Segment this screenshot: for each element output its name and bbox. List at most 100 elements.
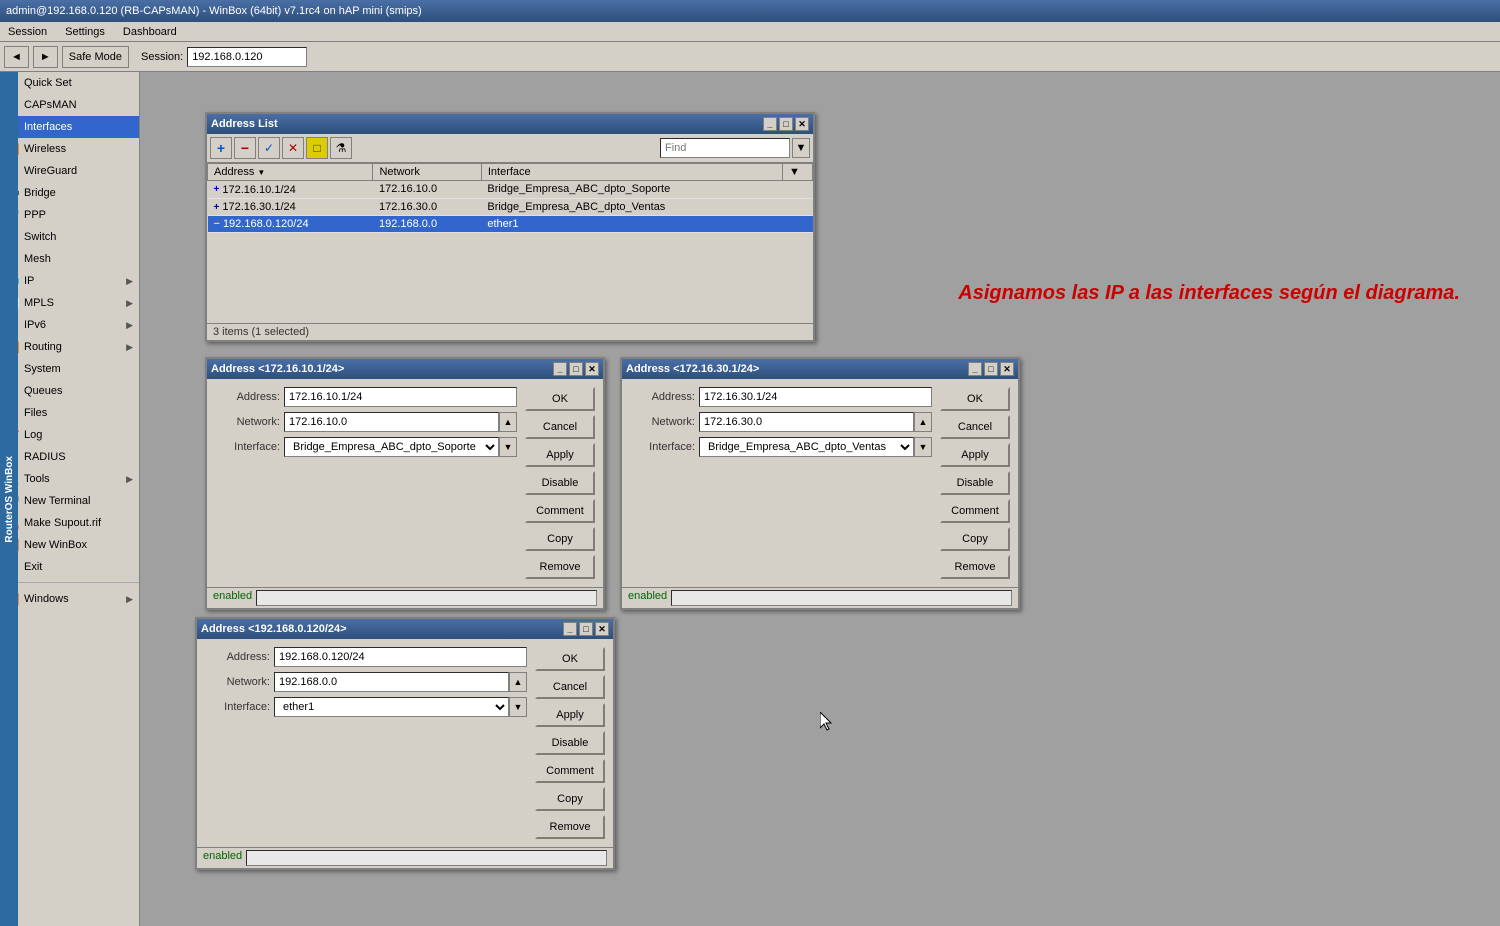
dialog1-network-input[interactable] [284, 412, 499, 432]
dialog2-remove-button[interactable]: Remove [940, 555, 1010, 579]
sidebar-item-log[interactable]: 📝 Log [0, 424, 139, 446]
find-arrow-button[interactable]: ▼ [792, 138, 810, 158]
dialog2-apply-button[interactable]: Apply [940, 443, 1010, 467]
sidebar-item-bridge[interactable]: Bridge [0, 182, 139, 204]
dialog1-titlebar[interactable]: Address <172.16.10.1/24> _ □ ✕ [207, 359, 603, 379]
find-input[interactable] [660, 138, 790, 158]
col-extra[interactable]: ▼ [783, 164, 813, 181]
copy-button[interactable]: □ [306, 137, 328, 159]
address-table-container: Address ▼ Network Interface ▼ + 172.16.1… [207, 163, 813, 323]
sidebar-item-files[interactable]: 📁 Files [0, 402, 139, 424]
sidebar-item-routing[interactable]: 🔀 Routing ▶ [0, 336, 139, 358]
dialog2-network-btn[interactable]: ▲ [914, 412, 932, 432]
dialog3-interface-select[interactable]: ether1 [274, 697, 509, 717]
dialog2-titlebar[interactable]: Address <172.16.30.1/24> _ □ ✕ [622, 359, 1018, 379]
dialog3-apply-button[interactable]: Apply [535, 703, 605, 727]
disable-button[interactable]: ✕ [282, 137, 304, 159]
add-button[interactable]: + [210, 137, 232, 159]
dialog2-close[interactable]: ✕ [1000, 362, 1014, 376]
dialog3-titlebar[interactable]: Address <192.168.0.120/24> _ □ ✕ [197, 619, 613, 639]
safe-mode-button[interactable]: Safe Mode [62, 46, 129, 68]
dialog1-comment-button[interactable]: Comment [525, 499, 595, 523]
dialog2-copy-button[interactable]: Copy [940, 527, 1010, 551]
status-text: 3 items (1 selected) [213, 326, 309, 338]
back-button[interactable]: ◄ [4, 46, 29, 68]
menu-dashboard[interactable]: Dashboard [119, 25, 181, 39]
dialog2-network-input[interactable] [699, 412, 914, 432]
sidebar-item-quick-set[interactable]: ⚡ Quick Set [0, 72, 139, 94]
dialog2-ok-button[interactable]: OK [940, 387, 1010, 411]
dialog1-interface-btn[interactable]: ▼ [499, 437, 517, 457]
filter-button[interactable]: ⚗ [330, 137, 352, 159]
address-list-titlebar[interactable]: Address List _ □ ✕ [207, 114, 813, 134]
sidebar-item-interfaces[interactable]: 🔌 Interfaces [0, 116, 139, 138]
col-address[interactable]: Address ▼ [208, 164, 373, 181]
dialog3-minimize[interactable]: _ [563, 622, 577, 636]
menu-settings[interactable]: Settings [61, 25, 109, 39]
sidebar-item-make-supout[interactable]: 📤 Make Supout.rif [0, 512, 139, 534]
sidebar-item-queues[interactable]: 📋 Queues [0, 380, 139, 402]
sidebar-item-exit[interactable]: 🚪 Exit [0, 556, 139, 578]
table-row[interactable]: + 172.16.10.1/24 172.16.10.0 Bridge_Empr… [208, 181, 813, 199]
dialog3-network-btn[interactable]: ▲ [509, 672, 527, 692]
dialog1-close[interactable]: ✕ [585, 362, 599, 376]
dialog1-ok-button[interactable]: OK [525, 387, 595, 411]
sidebar-item-ipv6[interactable]: 6 IPv6 ▶ [0, 314, 139, 336]
sidebar-item-ip[interactable]: 🌐 IP ▶ [0, 270, 139, 292]
dialog3-interface-btn[interactable]: ▼ [509, 697, 527, 717]
sidebar-item-tools[interactable]: 🔧 Tools ▶ [0, 468, 139, 490]
dialog1-minimize[interactable]: _ [553, 362, 567, 376]
sidebar-item-mesh[interactable]: 🕸 Mesh [0, 248, 139, 270]
dialog1-remove-button[interactable]: Remove [525, 555, 595, 579]
sidebar-item-mpls[interactable]: 📊 MPLS ▶ [0, 292, 139, 314]
sidebar-item-new-winbox[interactable]: 🪟 New WinBox [0, 534, 139, 556]
menu-session[interactable]: Session [4, 25, 51, 39]
sidebar-item-switch[interactable]: ⚙ Switch [0, 226, 139, 248]
cell-address: − 192.168.0.120/24 [208, 216, 373, 233]
dialog3-disable-button[interactable]: Disable [535, 731, 605, 755]
dialog2-minimize[interactable]: _ [968, 362, 982, 376]
dialog1-disable-button[interactable]: Disable [525, 471, 595, 495]
remove-button[interactable]: − [234, 137, 256, 159]
dialog3-close[interactable]: ✕ [595, 622, 609, 636]
sidebar-item-capsman[interactable]: 📡 CAPsMAN [0, 94, 139, 116]
sidebar-item-new-terminal[interactable]: 🖥 New Terminal [0, 490, 139, 512]
table-row[interactable]: − 192.168.0.120/24 192.168.0.0 ether1 [208, 216, 813, 233]
dialog2-comment-button[interactable]: Comment [940, 499, 1010, 523]
dialog3-network-input[interactable] [274, 672, 509, 692]
dialog3-maximize[interactable]: □ [579, 622, 593, 636]
dialog1-network-btn[interactable]: ▲ [499, 412, 517, 432]
col-network[interactable]: Network [373, 164, 481, 181]
minimize-button[interactable]: _ [763, 117, 777, 131]
dialog1-address-input[interactable] [284, 387, 517, 407]
dialog3-copy-button[interactable]: Copy [535, 787, 605, 811]
table-row[interactable]: + 172.16.30.1/24 172.16.30.0 Bridge_Empr… [208, 198, 813, 216]
maximize-button[interactable]: □ [779, 117, 793, 131]
sidebar-item-windows[interactable]: 🪟 Windows ▶ [0, 588, 139, 610]
dialog2-maximize[interactable]: □ [984, 362, 998, 376]
dialog2-interface-select[interactable]: Bridge_Empresa_ABC_dpto_Ventas [699, 437, 914, 457]
dialog2-disable-button[interactable]: Disable [940, 471, 1010, 495]
dialog3-ok-button[interactable]: OK [535, 647, 605, 671]
dialog2-address-input[interactable] [699, 387, 932, 407]
dialog1-maximize[interactable]: □ [569, 362, 583, 376]
sidebar-item-system[interactable]: 💻 System [0, 358, 139, 380]
close-button[interactable]: ✕ [795, 117, 809, 131]
dialog3-cancel-button[interactable]: Cancel [535, 675, 605, 699]
enable-button[interactable]: ✓ [258, 137, 280, 159]
dialog3-comment-button[interactable]: Comment [535, 759, 605, 783]
sidebar-item-ppp[interactable]: 🔗 PPP [0, 204, 139, 226]
dialog2-interface-btn[interactable]: ▼ [914, 437, 932, 457]
dialog1-apply-button[interactable]: Apply [525, 443, 595, 467]
dialog1-interface-select[interactable]: Bridge_Empresa_ABC_dpto_Soporte [284, 437, 499, 457]
sidebar-item-wireguard[interactable]: 🛡 WireGuard [0, 160, 139, 182]
sidebar-item-radius[interactable]: 🔒 RADIUS [0, 446, 139, 468]
col-interface[interactable]: Interface [481, 164, 782, 181]
dialog1-cancel-button[interactable]: Cancel [525, 415, 595, 439]
dialog3-address-input[interactable] [274, 647, 527, 667]
sidebar-item-wireless[interactable]: 📶 Wireless [0, 138, 139, 160]
dialog3-remove-button[interactable]: Remove [535, 815, 605, 839]
dialog1-copy-button[interactable]: Copy [525, 527, 595, 551]
dialog2-cancel-button[interactable]: Cancel [940, 415, 1010, 439]
forward-button[interactable]: ► [33, 46, 58, 68]
